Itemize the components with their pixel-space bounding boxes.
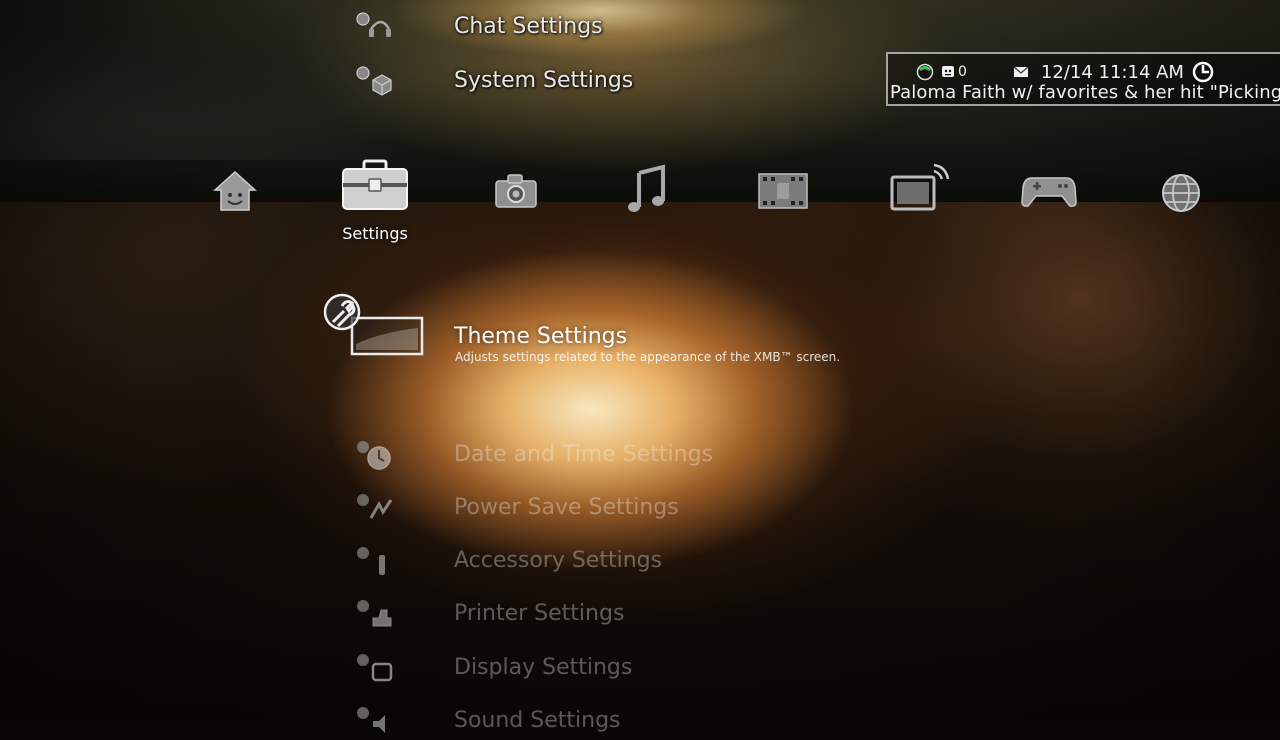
menu-item-power-save-settings[interactable]: Power Save Settings — [350, 487, 679, 527]
display-icon — [357, 654, 393, 682]
accessory-icon — [357, 547, 385, 575]
menu-item-sound-settings[interactable]: Sound Settings — [350, 700, 621, 740]
menu-icon-wrap — [350, 647, 396, 687]
menu-item-label: Display Settings — [454, 654, 633, 680]
menu-item-label: Power Save Settings — [454, 494, 679, 520]
menu-icon-wrap — [350, 540, 396, 580]
film-strip-icon — [758, 173, 808, 209]
category-network[interactable] — [1156, 170, 1206, 216]
menu-item-chat-settings[interactable]: Chat Settings — [350, 6, 603, 46]
category-settings[interactable] — [338, 156, 412, 214]
menu-item-label: Chat Settings — [454, 13, 603, 39]
cube-icon — [356, 66, 392, 96]
category-tv[interactable] — [886, 162, 950, 214]
headset-icon — [356, 12, 391, 37]
clock-datetime: 12/14 11:14 AM — [1040, 61, 1184, 83]
menu-item-display-settings[interactable]: Display Settings — [350, 647, 632, 687]
selected-item-title: Theme Settings — [454, 324, 628, 349]
menu-item-theme-settings[interactable] — [322, 292, 432, 358]
category-photo[interactable] — [490, 168, 542, 214]
printer-icon — [357, 600, 392, 627]
status-panel: 0 12/14 11:14 AM Paloma Faith w/ favorit… — [886, 52, 1280, 106]
category-label-settings: Settings — [342, 224, 408, 243]
menu-item-label: Sound Settings — [454, 707, 621, 733]
status-row: 0 12/14 11:14 AM — [916, 60, 1214, 84]
category-music[interactable] — [622, 162, 672, 216]
menu-item-label: Printer Settings — [454, 600, 625, 626]
gamepad-icon — [1021, 177, 1077, 207]
news-ticker: Paloma Faith w/ favorites & her hit "Pic… — [890, 82, 1280, 103]
menu-item-date-time-settings[interactable]: Date and Time Settings — [350, 434, 713, 474]
category-game[interactable] — [1020, 170, 1078, 212]
menu-item-label: System Settings — [454, 67, 634, 93]
globe-icon — [1162, 174, 1200, 212]
clock-icon — [1192, 61, 1214, 83]
friends-icon — [942, 66, 954, 77]
friends-count: 0 — [958, 64, 967, 80]
menu-icon-wrap — [350, 60, 396, 100]
menu-item-label: Accessory Settings — [454, 547, 663, 573]
menu-item-system-settings[interactable]: System Settings — [350, 60, 633, 100]
menu-icon-wrap — [350, 487, 396, 527]
music-note-icon — [628, 164, 665, 212]
home-face-icon — [213, 170, 257, 211]
power-save-icon — [357, 494, 393, 519]
menu-icon-wrap — [350, 700, 396, 740]
menu-icon-wrap — [350, 593, 396, 633]
online-status-icon — [916, 63, 934, 81]
menu-item-label: Date and Time Settings — [454, 441, 714, 467]
theme-wrench-icon — [323, 293, 424, 356]
menu-icon-wrap — [350, 434, 396, 474]
tv-icon — [890, 163, 950, 211]
selected-item-description: Adjusts settings related to the appearan… — [455, 350, 841, 364]
category-users[interactable] — [208, 166, 262, 216]
message-icon — [1013, 66, 1029, 77]
menu-icon-wrap — [350, 6, 396, 46]
toolbox-icon — [342, 159, 408, 210]
category-video[interactable] — [754, 168, 812, 214]
sound-icon — [357, 707, 385, 733]
camera-icon — [495, 174, 537, 208]
menu-item-accessory-settings[interactable]: Accessory Settings — [350, 540, 662, 580]
clock-icon — [357, 441, 391, 470]
menu-item-printer-settings[interactable]: Printer Settings — [350, 593, 624, 633]
